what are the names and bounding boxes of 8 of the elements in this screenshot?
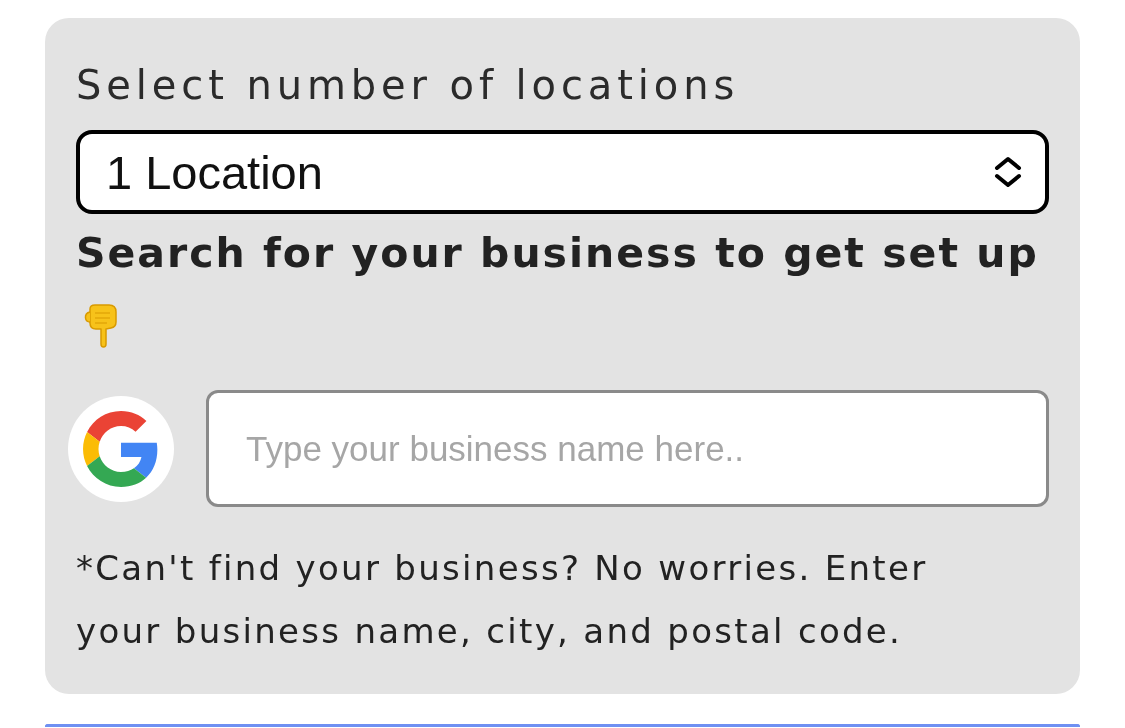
locations-label: Select number of locations <box>76 62 741 108</box>
help-note: *Can't find your business? No worries. Enter your business name, city, and postal code. <box>76 547 929 653</box>
locations-select[interactable]: 1 Location <box>76 130 1049 214</box>
business-search-field[interactable]: Type your business name here.. <box>206 390 1049 507</box>
chevron-up-down-icon <box>993 156 1023 188</box>
search-heading: Search for your business to get set up <box>76 228 1040 278</box>
g-logo-icon <box>68 395 174 502</box>
pointing-down-hand-icon <box>84 304 118 348</box>
